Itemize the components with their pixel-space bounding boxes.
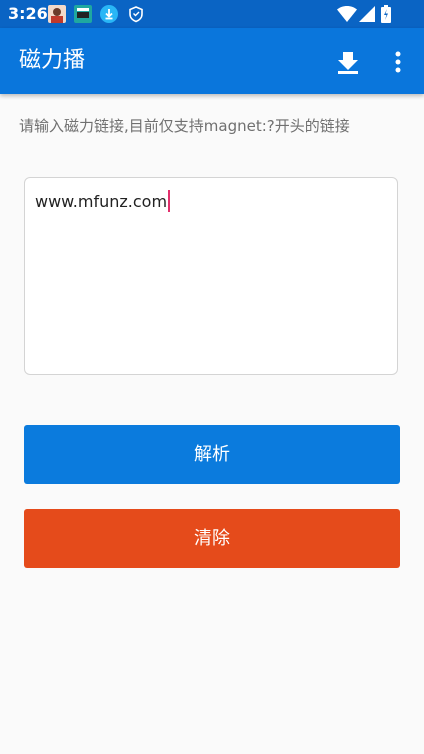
wifi-icon bbox=[337, 6, 357, 22]
app-title: 磁力播 bbox=[19, 48, 86, 73]
instruction-text: 请输入磁力链接,目前仅支持magnet:?开头的链接 bbox=[19, 117, 350, 135]
clear-button[interactable]: 清除 bbox=[24, 509, 400, 568]
shield-icon bbox=[129, 6, 143, 23]
magnet-link-value: www.mfunz.com bbox=[35, 192, 168, 211]
more-vertical-icon[interactable] bbox=[384, 48, 412, 76]
signal-icon bbox=[359, 6, 375, 22]
avatar-icon bbox=[48, 5, 66, 23]
magnet-link-input[interactable]: www.mfunz.com bbox=[24, 177, 398, 375]
parse-button[interactable]: 解析 bbox=[24, 425, 400, 484]
status-bar: 3:26 bbox=[0, 0, 424, 28]
battery-icon bbox=[381, 5, 391, 23]
status-time: 3:26 bbox=[8, 4, 48, 23]
download-icon[interactable] bbox=[334, 48, 362, 76]
text-cursor bbox=[168, 190, 171, 212]
game-icon bbox=[74, 5, 92, 23]
download-icon bbox=[100, 5, 118, 23]
app-bar: 磁力播 bbox=[0, 28, 424, 94]
